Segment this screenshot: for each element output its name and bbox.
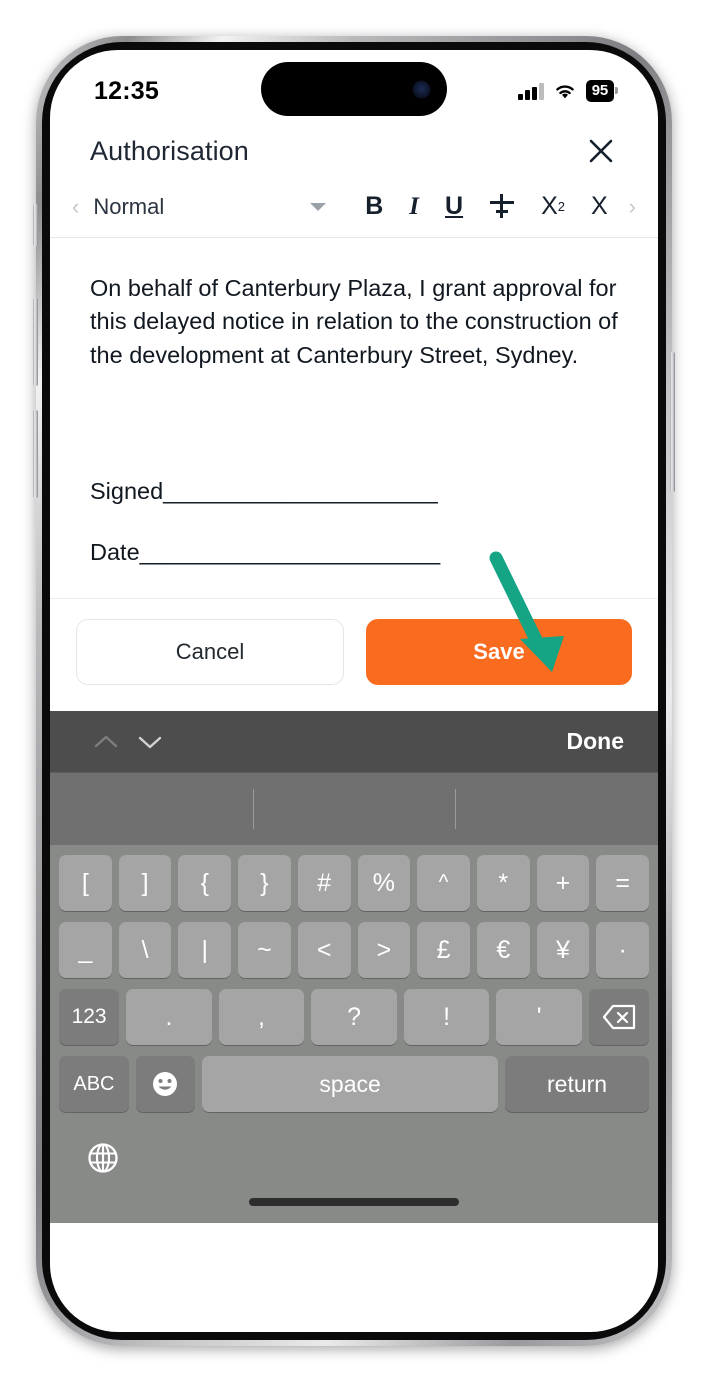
key-percent[interactable]: % [357, 855, 411, 911]
superscript-base: X [541, 192, 558, 220]
key-apostrophe[interactable]: ' [496, 989, 582, 1045]
modal-header: Authorisation [50, 118, 658, 190]
key-return[interactable]: return [505, 1056, 649, 1112]
predictive-text-bar [50, 773, 658, 845]
emoji-icon[interactable] [135, 1056, 196, 1112]
format-toolbar: ‹ Normal B I U X2 X › [50, 190, 658, 238]
subscript-button[interactable]: X [578, 192, 621, 221]
key-period[interactable]: . [126, 989, 212, 1045]
caret-down-icon[interactable] [310, 202, 327, 211]
key-brace-right[interactable]: } [238, 855, 291, 911]
cancel-button[interactable]: Cancel [76, 619, 344, 685]
virtual-keyboard: Done [ ] { } # % ^ * + = _ \ | ~ < > £ €… [50, 711, 658, 1223]
key-hash[interactable]: # [297, 855, 351, 911]
phone-device: 12:35 95 Authorisation ‹ Normal B I U X … [33, 36, 675, 1346]
superscript-exponent: 2 [557, 199, 565, 214]
device-screen: 12:35 95 Authorisation ‹ Normal B I U X … [50, 50, 658, 1332]
volume-up-button[interactable] [33, 298, 38, 386]
key-euro[interactable]: € [476, 922, 530, 978]
wifi-icon [555, 85, 574, 99]
key-tilde[interactable]: ~ [238, 922, 291, 978]
keyboard-accessory-bar: Done [50, 711, 658, 773]
key-pound[interactable]: £ [417, 922, 470, 978]
signed-line: Signed_____________________ [90, 478, 438, 505]
status-bar: 12:35 95 [50, 50, 658, 118]
subscript-base: X [590, 192, 608, 220]
key-yen[interactable]: ¥ [536, 922, 590, 978]
key-asterisk[interactable]: * [476, 855, 530, 911]
chevron-down-icon[interactable] [128, 720, 172, 764]
underline-button[interactable]: U [432, 192, 476, 221]
key-less-than[interactable]: < [297, 922, 351, 978]
close-icon[interactable] [584, 134, 618, 168]
key-middot[interactable]: · [596, 922, 650, 978]
key-pipe[interactable]: | [178, 922, 232, 978]
backspace-icon[interactable] [588, 989, 650, 1045]
action-bar: Cancel Save [50, 598, 658, 711]
paragraph-style-dropdown[interactable]: Normal [87, 194, 164, 220]
key-alphabet-switch[interactable]: ABC [59, 1056, 129, 1112]
dynamic-island [261, 62, 447, 116]
globe-icon[interactable] [82, 1137, 124, 1184]
home-indicator [249, 1198, 459, 1206]
key-exclamation[interactable]: ! [403, 989, 490, 1045]
status-bar-time: 12:35 [94, 76, 159, 105]
battery-icon: 95 [585, 80, 619, 102]
chevron-left-icon[interactable]: ‹ [64, 194, 87, 220]
superscript-button[interactable]: X2 [528, 192, 578, 221]
strikethrough-button[interactable] [476, 193, 528, 220]
power-button[interactable] [670, 352, 675, 492]
bold-button[interactable]: B [352, 192, 396, 221]
key-brace-left[interactable]: { [178, 855, 232, 911]
prediction-divider [455, 789, 457, 829]
key-backslash[interactable]: \ [118, 922, 172, 978]
key-space[interactable]: space [202, 1056, 499, 1112]
key-greater-than[interactable]: > [357, 922, 411, 978]
status-bar-indicators: 95 [518, 80, 619, 102]
chevron-right-icon[interactable]: › [621, 194, 644, 220]
document-editor[interactable]: On behalf of Canterbury Plaza, I grant a… [50, 238, 658, 598]
keyboard-done-button[interactable]: Done [567, 728, 625, 755]
keyboard-bottom-bar [50, 1123, 658, 1223]
strikethrough-icon [489, 193, 515, 220]
key-caret[interactable]: ^ [417, 855, 470, 911]
signature-block: Signed_____________________ Date________… [90, 478, 618, 566]
key-comma[interactable]: , [218, 989, 305, 1045]
keyboard-row-2: _ \ | ~ < > £ € ¥ · [55, 922, 653, 978]
key-equals[interactable]: = [596, 855, 650, 911]
page-title: Authorisation [90, 135, 249, 166]
chevron-up-icon[interactable] [84, 720, 128, 764]
cellular-signal-icon [518, 82, 544, 100]
keyboard-row-1: [ ] { } # % ^ * + = [55, 855, 653, 911]
italic-button[interactable]: I [396, 193, 432, 221]
save-button[interactable]: Save [366, 619, 632, 685]
key-bracket-right[interactable]: ] [118, 855, 172, 911]
date-line: Date_______________________ [90, 539, 441, 566]
keyboard-row-4: ABC space return [55, 1056, 653, 1112]
key-underscore[interactable]: _ [59, 922, 112, 978]
key-bracket-left[interactable]: [ [59, 855, 112, 911]
silent-switch-button[interactable] [33, 204, 38, 246]
document-paragraph: On behalf of Canterbury Plaza, I grant a… [90, 275, 618, 368]
prediction-divider [252, 789, 254, 829]
key-numeric-switch[interactable]: 123 [59, 989, 120, 1045]
keyboard-row-3: 123 . , ? ! ' [55, 989, 653, 1045]
keyboard-rows: [ ] { } # % ^ * + = _ \ | ~ < > £ € ¥ · … [50, 845, 658, 1112]
key-plus[interactable]: + [536, 855, 590, 911]
volume-down-button[interactable] [33, 410, 38, 498]
key-question[interactable]: ? [311, 989, 397, 1045]
front-camera-icon [414, 81, 429, 97]
